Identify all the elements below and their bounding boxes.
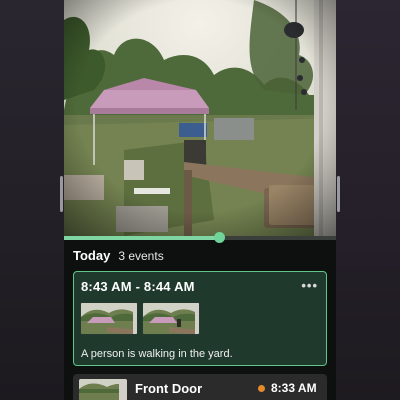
more-dots-icon[interactable]: •••	[301, 278, 318, 293]
event-time: 8:33 AM	[271, 381, 317, 395]
status-dot-icon	[258, 385, 265, 392]
event-time-range: 8:43 AM - 8:44 AM	[81, 279, 195, 294]
event-thumbnail	[79, 379, 127, 400]
left-backdrop	[0, 0, 64, 400]
left-drag-handle[interactable]	[60, 176, 63, 212]
events-header: Today 3 events	[73, 248, 327, 266]
event-thumbnail[interactable]	[80, 302, 138, 335]
camera-name: Front Door	[135, 381, 203, 396]
right-drag-handle[interactable]	[337, 176, 340, 212]
app-screen: Today 3 events 8:43 AM - 8:44 AM ••• A p…	[64, 0, 336, 400]
active-event-card[interactable]: 8:43 AM - 8:44 AM ••• A person is walkin…	[73, 271, 327, 366]
event-thumbnail[interactable]	[142, 302, 200, 335]
timeline-scrubber[interactable]	[214, 232, 226, 243]
events-day-label: Today	[73, 248, 111, 263]
right-backdrop	[336, 0, 400, 400]
video-timeline[interactable]	[64, 232, 336, 243]
camera-frame-image	[64, 0, 336, 236]
timeline-progress	[64, 236, 220, 240]
event-card-front-door[interactable]: Front Door 8:33 AM	[73, 374, 327, 400]
event-description: A person is walking in the yard.	[81, 348, 233, 360]
camera-video[interactable]	[64, 0, 336, 236]
events-count: 3 events	[118, 249, 164, 263]
